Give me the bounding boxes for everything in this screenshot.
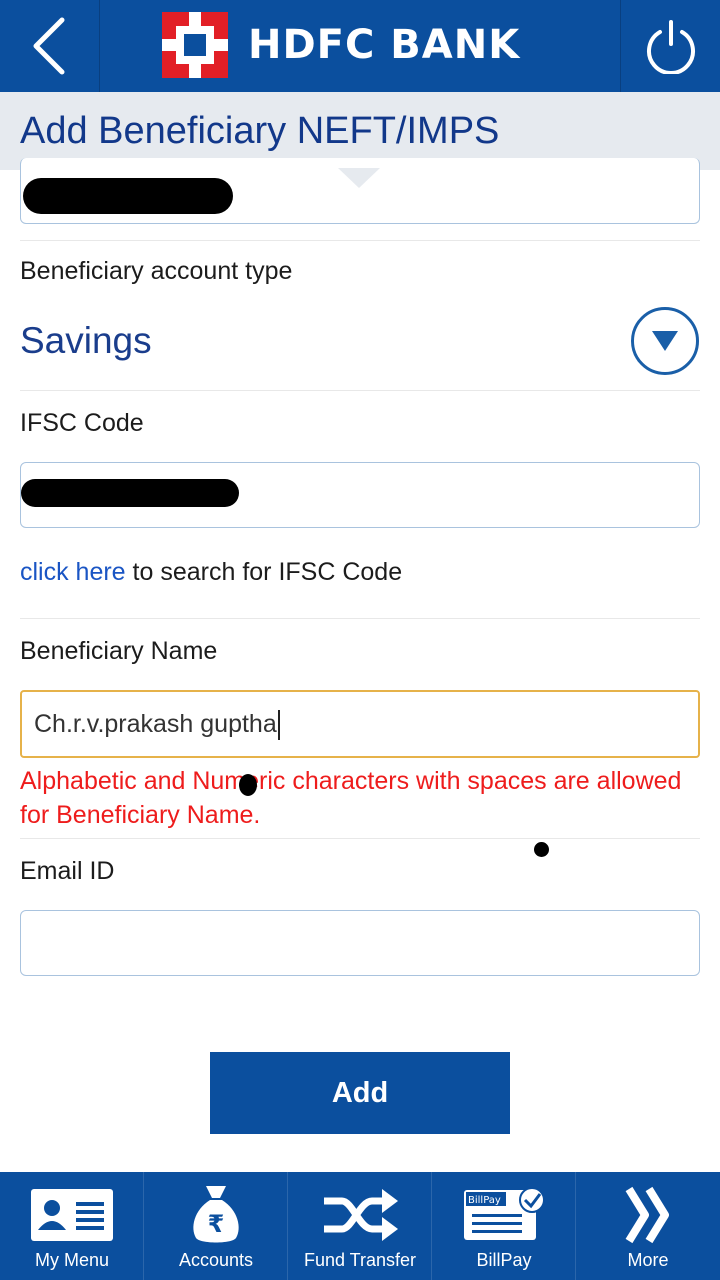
triangle-down-icon	[652, 331, 678, 351]
email-input[interactable]	[20, 910, 700, 976]
nav-more[interactable]: More	[576, 1172, 720, 1280]
billpay-icon: BillPay	[464, 1187, 545, 1240]
double-chevron-right-icon	[625, 1186, 669, 1244]
beneficiary-name-value: Ch.r.v.prakash guptha	[34, 710, 280, 741]
redacted-mark	[21, 479, 239, 507]
nav-my-menu[interactable]: My Menu	[0, 1172, 144, 1280]
ifsc-search-link[interactable]: click here	[20, 558, 126, 586]
beneficiary-name-label: Beneficiary Name	[20, 637, 218, 665]
touch-dot	[534, 842, 549, 857]
pointer-notch	[338, 168, 380, 188]
nav-label: More	[627, 1250, 669, 1270]
nav-fund-transfer[interactable]: Fund Transfer	[288, 1172, 432, 1280]
ifsc-search-row: click here to search for IFSC Code	[20, 558, 402, 587]
beneficiary-name-text: Ch.r.v.prakash guptha	[34, 710, 277, 738]
bottom-nav: My Menu ₹ Accounts Fund Transfer BillPay…	[0, 1172, 720, 1280]
hdfc-logo-icon	[162, 12, 228, 78]
account-type-dropdown-button[interactable]	[631, 307, 699, 375]
logout-button[interactable]	[620, 0, 720, 92]
ifsc-label: IFSC Code	[20, 409, 144, 437]
nav-label: Accounts	[178, 1250, 254, 1270]
text-cursor	[277, 710, 280, 741]
power-icon	[646, 20, 695, 74]
beneficiary-name-error: Alphabetic and Numeric characters with s…	[20, 767, 682, 829]
brand-logo: HDFC BANK	[162, 12, 520, 78]
chevron-left-icon	[33, 17, 64, 75]
divider	[20, 618, 700, 619]
back-button[interactable]	[0, 0, 100, 92]
contact-card-icon	[31, 1189, 113, 1241]
email-label: Email ID	[20, 857, 115, 885]
account-type-select[interactable]: Savings	[20, 320, 152, 362]
add-button[interactable]: Add	[210, 1052, 510, 1134]
app-header: HDFC BANK	[0, 0, 720, 92]
money-bag-icon: ₹	[193, 1186, 239, 1243]
nav-label: My Menu	[34, 1250, 110, 1270]
nav-label: Fund Transfer	[303, 1250, 417, 1270]
ifsc-input[interactable]	[20, 462, 700, 528]
svg-text:BillPay: BillPay	[468, 1195, 501, 1206]
touch-dot	[239, 774, 257, 796]
beneficiary-name-input[interactable]: Ch.r.v.prakash guptha	[20, 690, 700, 758]
brand-name: HDFC BANK	[248, 22, 521, 68]
svg-text:₹: ₹	[208, 1210, 225, 1238]
divider	[20, 838, 700, 839]
nav-accounts[interactable]: ₹ Accounts	[144, 1172, 288, 1280]
ifsc-search-text: to search for IFSC Code	[125, 558, 403, 586]
redacted-mark	[23, 178, 233, 214]
account-type-label: Beneficiary account type	[20, 257, 293, 285]
nav-billpay[interactable]: BillPay BillPay	[432, 1172, 576, 1280]
shuffle-icon	[324, 1189, 398, 1241]
divider	[20, 390, 700, 391]
nav-label: BillPay	[476, 1250, 532, 1270]
page-title: Add Beneficiary NEFT/IMPS	[20, 110, 500, 152]
divider	[20, 240, 700, 241]
